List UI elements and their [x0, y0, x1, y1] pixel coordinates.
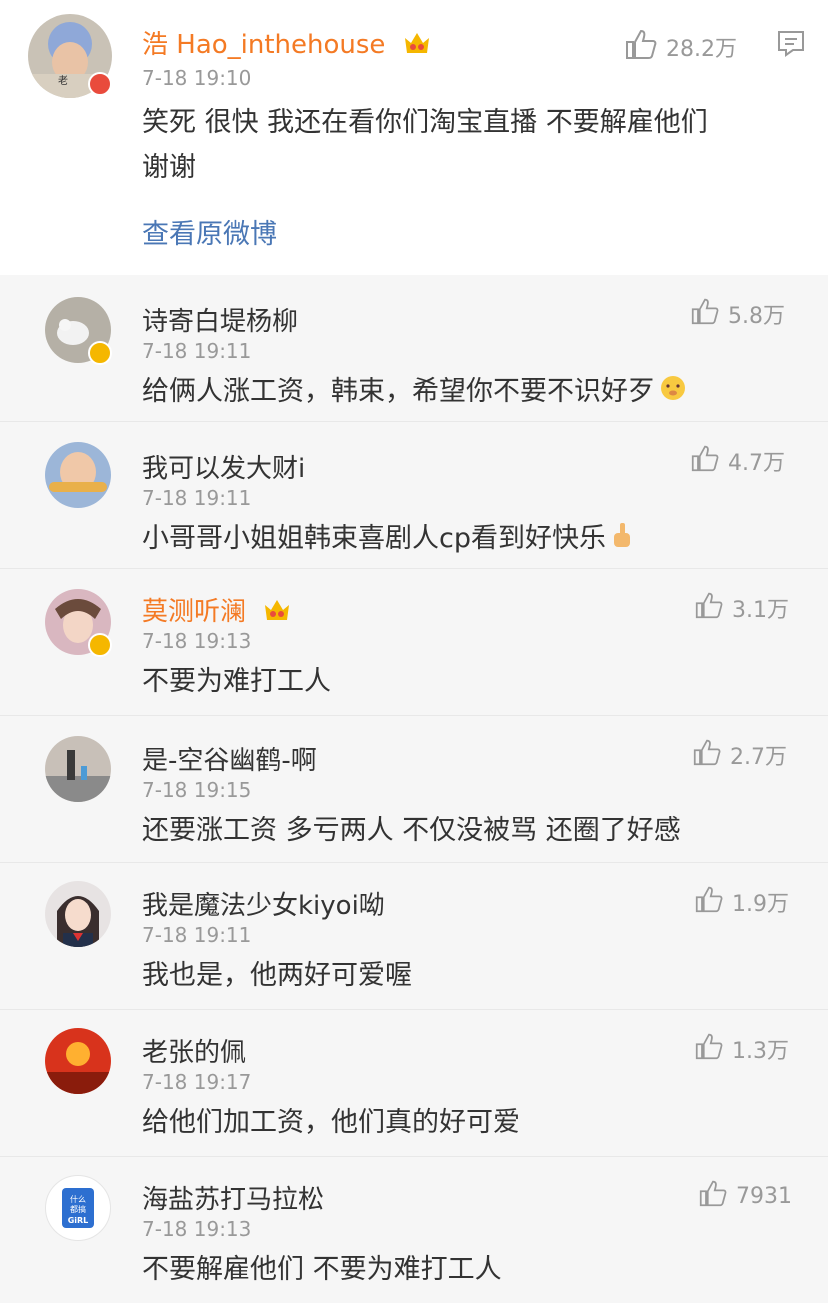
- thumbs-up-icon: [694, 591, 724, 625]
- comment-item: 什么 都搞 GiRL 海盐苏打马拉松 7-18 19:13 不要解雇他们 不要为…: [0, 1157, 828, 1303]
- commenter-name[interactable]: 是-空谷幽鹤-啊: [142, 740, 317, 777]
- verified-badge: [88, 633, 112, 657]
- commenter-name[interactable]: 我可以发大财i: [142, 448, 305, 485]
- comment-time: 7-18 19:11: [142, 923, 252, 947]
- post-like-count: 28.2万: [666, 37, 737, 62]
- commenter-name[interactable]: 海盐苏打马拉松: [142, 1179, 324, 1216]
- comment-time: 7-18 19:13: [142, 1217, 252, 1241]
- comment-like-button[interactable]: 1.3万: [694, 1032, 789, 1066]
- verified-badge: [88, 341, 112, 365]
- comment-time: 7-18 19:17: [142, 1070, 252, 1094]
- post-time: 7-18 19:10: [142, 66, 252, 90]
- comment-like-button[interactable]: 4.7万: [690, 444, 785, 478]
- comment-list: 诗寄白堤杨柳 7-18 19:11 给俩人涨工资，韩束，希望你不要不识好歹 5.…: [0, 275, 828, 1303]
- commenter-avatar[interactable]: [45, 1028, 111, 1094]
- comment-time: 7-18 19:15: [142, 778, 252, 802]
- comment-like-count: 4.7万: [728, 451, 785, 476]
- comment-text: 我也是，他两好可爱喔: [142, 960, 412, 991]
- comment-text: 给俩人涨工资，韩束，希望你不要不识好歹: [142, 369, 687, 416]
- commenter-avatar[interactable]: 什么 都搞 GiRL: [45, 1175, 111, 1241]
- post-text: 笑死 很快 我还在看你们淘宝直播 不要解雇他们 谢谢: [142, 107, 708, 183]
- thumbs-up-icon: [694, 885, 724, 919]
- thumbs-up-icon: [690, 297, 720, 331]
- thumbs-up-icon: [624, 28, 658, 66]
- view-original-link[interactable]: 查看原微博: [142, 212, 277, 251]
- comment-time: 7-18 19:13: [142, 629, 252, 653]
- comment-time: 7-18 19:11: [142, 339, 252, 363]
- post-like-button[interactable]: 28.2万: [624, 28, 737, 66]
- comment-like-button[interactable]: 1.9万: [694, 885, 789, 919]
- comment-text: 还要涨工资 多亏两人 不仅没被骂 还圈了好感: [142, 815, 681, 846]
- commenter-avatar[interactable]: [45, 442, 111, 508]
- comment-icon[interactable]: [776, 28, 806, 62]
- commenter-name[interactable]: 我是魔法少女kiyoi呦: [142, 885, 385, 922]
- comment-item: 我可以发大财i 7-18 19:11 小哥哥小姐姐韩束喜剧人cp看到好快乐 4.…: [0, 422, 828, 569]
- original-post: 老 浩 Hao_inthehouse 7-18 19:10 28.2万 笑死 很…: [0, 0, 828, 275]
- vip-crown-icon: [402, 29, 432, 64]
- commenter-name[interactable]: 诗寄白堤杨柳: [142, 301, 298, 338]
- svg-text:GiRL: GiRL: [68, 1216, 89, 1225]
- svg-text:什么: 什么: [70, 1194, 86, 1204]
- comment-text: 给他们加工资，他们真的好可爱: [142, 1107, 520, 1138]
- thumbs-up-emoji-icon: [610, 518, 634, 563]
- comment-item: 老张的佩 7-18 19:17 给他们加工资，他们真的好可爱 1.3万: [0, 1010, 828, 1157]
- commenter-avatar[interactable]: [45, 881, 111, 947]
- comment-text: 不要为难打工人: [142, 666, 331, 697]
- comment-like-count: 5.8万: [728, 304, 785, 329]
- vip-crown-icon: [262, 596, 292, 631]
- comment-like-count: 7931: [736, 1183, 792, 1209]
- thumbs-up-icon: [698, 1179, 728, 1213]
- svg-text:都搞: 都搞: [70, 1204, 86, 1214]
- comment-item: 我是魔法少女kiyoi呦 7-18 19:11 我也是，他两好可爱喔 1.9万: [0, 863, 828, 1010]
- comment-item: 是-空谷幽鹤-啊 7-18 19:15 还要涨工资 多亏两人 不仅没被骂 还圈了…: [0, 716, 828, 863]
- post-author-name[interactable]: 浩 Hao_inthehouse: [142, 24, 432, 64]
- comment-like-count: 3.1万: [732, 598, 789, 623]
- comment-like-button[interactable]: 2.7万: [692, 738, 787, 772]
- thumbs-up-icon: [690, 444, 720, 478]
- thumbs-up-icon: [694, 1032, 724, 1066]
- svg-text:老: 老: [58, 74, 68, 87]
- comment-like-count: 1.9万: [732, 892, 789, 917]
- blush-emoji-icon: [659, 371, 687, 416]
- comment-text: 不要解雇他们 不要为难打工人: [142, 1254, 502, 1285]
- comment-like-button[interactable]: 3.1万: [694, 591, 789, 625]
- comment-like-button[interactable]: 7931: [698, 1179, 792, 1213]
- comment-item: 莫测听澜 7-18 19:13 不要为难打工人 3.1万: [0, 569, 828, 716]
- comment-time: 7-18 19:11: [142, 486, 252, 510]
- verified-badge: [88, 72, 112, 96]
- commenter-avatar[interactable]: [45, 736, 111, 802]
- comment-text: 小哥哥小姐姐韩束喜剧人cp看到好快乐: [142, 516, 634, 563]
- commenter-name[interactable]: 莫测听澜: [142, 591, 292, 631]
- comment-like-button[interactable]: 5.8万: [690, 297, 785, 331]
- comment-item: 诗寄白堤杨柳 7-18 19:11 给俩人涨工资，韩束，希望你不要不识好歹 5.…: [0, 275, 828, 422]
- thumbs-up-icon: [692, 738, 722, 772]
- comment-like-count: 2.7万: [730, 745, 787, 770]
- commenter-name[interactable]: 老张的佩: [142, 1032, 246, 1069]
- comment-like-count: 1.3万: [732, 1039, 789, 1064]
